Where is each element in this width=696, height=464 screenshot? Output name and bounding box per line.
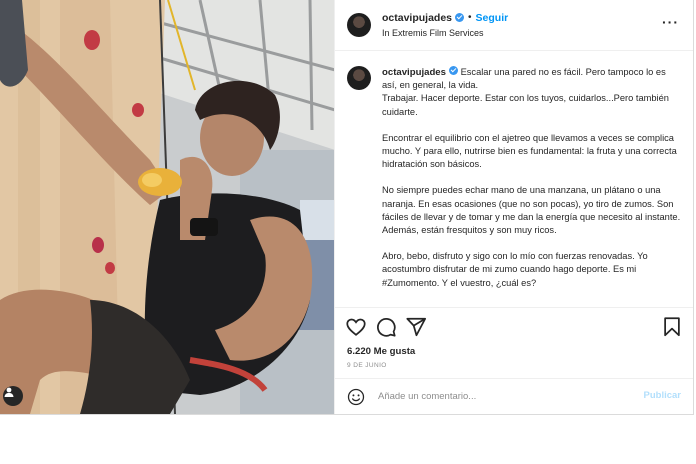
location-link[interactable]: In Extremis Film Services	[382, 26, 508, 40]
post-date[interactable]: 9 DE JUNIO	[335, 358, 693, 379]
comment-input[interactable]	[376, 390, 610, 403]
caption-area: octavipujades Escalar una pared no es fá…	[335, 51, 693, 308]
action-bar	[335, 308, 693, 346]
caption-line: Trabajar. Hacer deporte. Estar con los t…	[382, 93, 669, 117]
username-link[interactable]: octavipujades	[382, 11, 452, 25]
climber-photo	[0, 0, 334, 414]
share-icon[interactable]	[405, 316, 427, 338]
caption-paragraph: Abro, bebo, disfruto y sigo con lo mío c…	[382, 251, 648, 288]
comment-icon[interactable]	[375, 316, 397, 338]
likes-count[interactable]: 6.220 Me gusta	[335, 346, 693, 358]
avatar[interactable]	[347, 13, 371, 37]
publish-button[interactable]: Publicar	[644, 390, 682, 401]
caption-paragraph: octavipujades Escalar una pared no es fá…	[382, 66, 681, 119]
post-photo[interactable]	[0, 0, 334, 414]
caption-username[interactable]: octavipujades	[382, 67, 446, 78]
verified-badge-icon	[448, 66, 458, 75]
heart-icon[interactable]	[345, 316, 367, 338]
caption-text: octavipujades Escalar una pared no es fá…	[382, 66, 681, 307]
follow-button[interactable]: Seguir	[476, 11, 509, 25]
header-row: octavipujades • Seguir	[382, 11, 508, 25]
emoji-icon[interactable]	[347, 388, 365, 406]
verified-badge-icon	[455, 13, 465, 22]
post-panel: octavipujades • Seguir In Extremis Film …	[334, 0, 693, 414]
post-header: octavipujades • Seguir In Extremis Film …	[335, 0, 693, 51]
caption-paragraph: No siempre puedes echar mano de una manz…	[382, 185, 681, 236]
caption-paragraph: Encontrar el equilibrio con el ajetreo q…	[382, 132, 677, 170]
bookmark-icon[interactable]	[661, 316, 683, 338]
comment-box: Publicar	[335, 379, 693, 414]
separator-dot: •	[468, 11, 472, 23]
more-options-icon[interactable]: ···	[662, 15, 679, 29]
user-tag-icon[interactable]	[3, 386, 23, 406]
avatar[interactable]	[347, 66, 371, 90]
header-text: octavipujades • Seguir In Extremis Film …	[382, 11, 508, 40]
instagram-post: octavipujades • Seguir In Extremis Film …	[0, 0, 694, 415]
